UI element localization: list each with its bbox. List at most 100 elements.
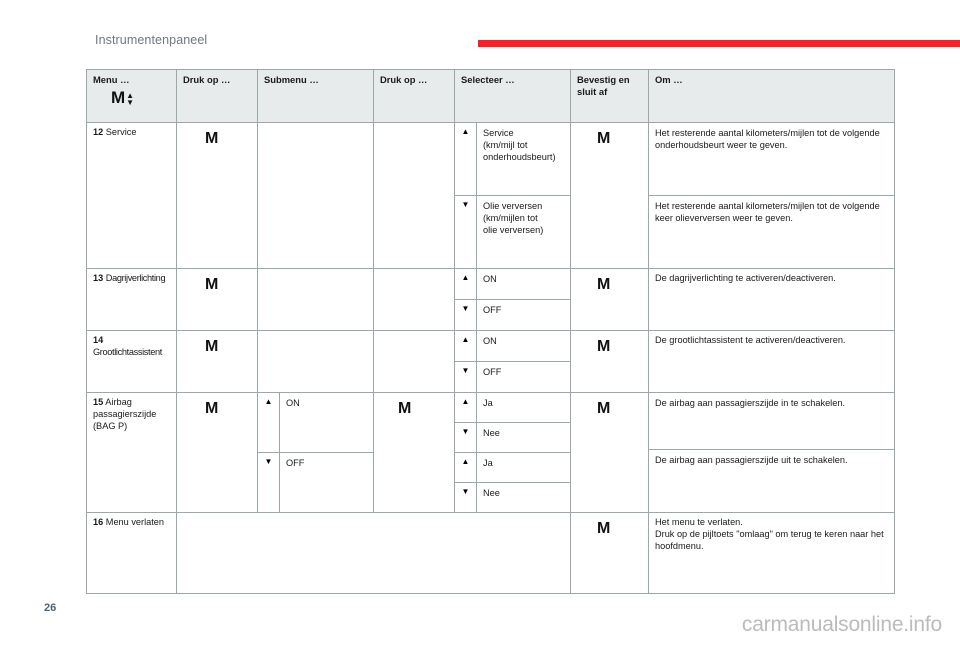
- select-option: ▼ Nee: [455, 482, 570, 512]
- m-button-icon: M: [597, 338, 611, 355]
- arrow-up-icon: ▲: [455, 393, 477, 423]
- select-cell-12: ▲ Service (km/mijl tot onderhoudsbeurt) …: [454, 122, 571, 269]
- arrow-up-icon: ▲: [455, 331, 477, 362]
- select-option: ▼ Olie verversen (km/mijlen tot olie ver…: [455, 195, 570, 268]
- select-option: ▼ OFF: [455, 299, 570, 330]
- column-header-about: Om …: [648, 69, 895, 123]
- confirm-cell-14: M: [570, 330, 649, 393]
- select-option: ▲ ON: [455, 331, 570, 362]
- arrow-down-icon: ▼: [455, 482, 477, 512]
- table-row: 13 Dagrijverlichting M ▲ ON ▼ OFF M De d…: [86, 268, 895, 331]
- m-button-icon: M: [398, 400, 412, 417]
- press-cell-15: M: [176, 392, 258, 513]
- table-row: 15 Airbag passagierszijde (BAG P) M ▲ ON…: [86, 392, 895, 513]
- select-cell-14: ▲ ON ▼ OFF: [454, 330, 571, 393]
- page-header: Instrumentenpaneel: [0, 0, 960, 69]
- press2-cell-15: M: [373, 392, 455, 513]
- m-button-icon: M: [205, 130, 219, 147]
- arrow-down-icon: ▼: [455, 361, 477, 392]
- menu-cell-14: 14 Grootlichtassistent: [86, 330, 177, 393]
- up-down-arrows-icon: ▲ ▼: [126, 91, 135, 107]
- menu-index-16: 16: [93, 517, 104, 527]
- select-option-label: Nee: [476, 422, 570, 453]
- select-option-label: OFF: [483, 367, 502, 377]
- table-body: 12 Service M ▲ Service (km/mijl tot onde…: [86, 122, 895, 594]
- menu-cell-16: 16 Menu verlaten: [86, 512, 177, 594]
- arrow-up-icon: ▲: [455, 269, 477, 300]
- submenu-option: ▲ ON: [258, 393, 373, 453]
- about-text: De airbag aan passagierszijde in te scha…: [649, 393, 894, 450]
- press-cell-14: M: [176, 330, 258, 393]
- select-option: ▲ ON: [455, 269, 570, 300]
- page-number: 26: [44, 602, 57, 614]
- menu-name-12: Service: [105, 127, 137, 137]
- submenu-cell-13: [257, 268, 374, 331]
- column-header-select: Selecteer …: [454, 69, 571, 123]
- select-option: ▲ Service (km/mijl tot onderhoudsbeurt): [455, 123, 570, 196]
- table-header-row: Menu … M ▲ ▼ Druk op … Submenu … Druk op ……: [86, 69, 895, 123]
- confirm-cell-16: M: [570, 512, 649, 594]
- select-cell-13: ▲ ON ▼ OFF: [454, 268, 571, 331]
- table-row: 14 Grootlichtassistent M ▲ ON ▼ OFF M De…: [86, 330, 895, 393]
- about-cell-13: De dagrijverlichting te activeren/deacti…: [648, 268, 895, 331]
- column-header-press-1: Druk op …: [176, 69, 258, 123]
- about-cell-14: De grootlichtassistent te activeren/deac…: [648, 330, 895, 393]
- confirm-cell-12: M: [570, 122, 649, 269]
- about-entry: De airbag aan passagierszijde in te scha…: [649, 393, 894, 450]
- select-cell-15: ▲ Ja ▼ Nee ▲ Ja ▼ Nee: [454, 392, 571, 513]
- menu-name-14: Grootlichtassistent: [93, 346, 162, 357]
- menu-cell-15: 15 Airbag passagierszijde (BAG P): [86, 392, 177, 513]
- menu-index-15: 15: [93, 397, 104, 407]
- empty-span-cell-16: [176, 512, 571, 594]
- m-button-icon: M: [597, 276, 611, 293]
- m-button-icon: M: [597, 520, 611, 537]
- submenu-option-label: OFF: [286, 458, 305, 468]
- press-cell-13: M: [176, 268, 258, 331]
- about-cell-15: De airbag aan passagierszijde in te scha…: [648, 392, 895, 513]
- about-cell-12: Het resterende aantal kilometers/mijlen …: [648, 122, 895, 269]
- select-option-label: Ja: [476, 393, 570, 423]
- column-header-confirm: Bevestig en sluit af: [570, 69, 649, 123]
- about-entry: De airbag aan passagierszijde uit te sch…: [649, 450, 894, 507]
- arrow-down-icon: ▼: [455, 195, 477, 268]
- confirm-cell-15: M: [570, 392, 649, 513]
- table-row: 12 Service M ▲ Service (km/mijl tot onde…: [86, 122, 895, 269]
- press2-cell-12: [373, 122, 455, 269]
- m-button-icon: M: [205, 400, 219, 417]
- m-button-icon: M: [597, 130, 611, 147]
- select-option: ▲ Ja: [455, 393, 570, 423]
- m-button-icon: M: [205, 338, 219, 355]
- menu-name-16: Menu verlaten: [105, 517, 165, 527]
- m-button-icon: M: [205, 276, 219, 293]
- site-watermark: carmanualsonline.info: [741, 613, 942, 636]
- column-header-menu: Menu … M ▲ ▼: [86, 69, 177, 123]
- select-option-label: Ja: [476, 452, 570, 483]
- arrow-up-icon: ▲: [455, 452, 477, 483]
- submenu-cell-12: [257, 122, 374, 269]
- m-button-letter: M: [111, 88, 126, 108]
- column-header-submenu: Submenu …: [257, 69, 374, 123]
- menu-cell-12: 12 Service: [86, 122, 177, 269]
- menu-name-15: Airbag passagierszijde (BAG P): [93, 397, 157, 431]
- column-header-menu-label: Menu …: [93, 74, 130, 85]
- menu-index-12: 12: [93, 127, 104, 137]
- m-button-icon: M: [597, 400, 611, 417]
- red-rule-decoration: [478, 40, 960, 47]
- about-text: Het resterende aantal kilometers/mijlen …: [655, 201, 880, 224]
- about-entry: Het resterende aantal kilometers/mijlen …: [649, 196, 894, 269]
- press-cell-12: M: [176, 122, 258, 269]
- menu-navigation-table: Menu … M ▲ ▼ Druk op … Submenu … Druk op ……: [86, 69, 895, 594]
- select-option: ▲ Ja: [455, 452, 570, 483]
- select-option-label: Olie verversen (km/mijlen tot olie verve…: [483, 201, 544, 236]
- select-option-label: OFF: [483, 305, 502, 315]
- arrow-down-icon: ▼: [126, 97, 135, 107]
- submenu-cell-14: [257, 330, 374, 393]
- select-option-label: ON: [476, 269, 570, 300]
- menu-cell-13: 13 Dagrijverlichting: [86, 268, 177, 331]
- menu-index-14: 14: [93, 335, 104, 345]
- select-option-label: Service (km/mijl tot onderhoudsbeurt): [476, 123, 570, 196]
- arrow-up-icon: ▲: [258, 393, 280, 453]
- about-text: De airbag aan passagierszijde uit te sch…: [655, 455, 848, 465]
- submenu-option: ▼ OFF: [258, 452, 373, 512]
- menu-index-13: 13: [93, 273, 104, 283]
